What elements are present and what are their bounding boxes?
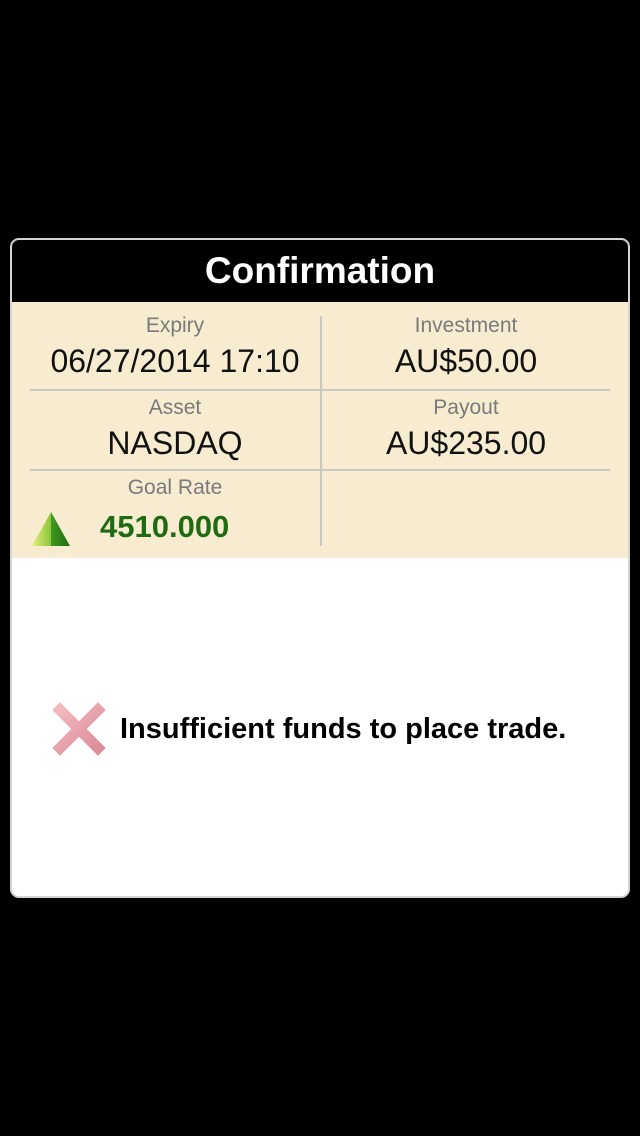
expiry-value: 06/27/2014 17:10 xyxy=(50,343,300,379)
asset-value: NASDAQ xyxy=(107,425,243,461)
investment-cell: Investment AU$50.00 xyxy=(322,314,610,380)
goal-rate-value: 4510.000 xyxy=(100,509,230,544)
error-message-text: Insufficient funds to place trade. xyxy=(120,713,567,745)
investment-label: Investment xyxy=(414,314,518,337)
trade-details-panel: Expiry 06/27/2014 17:10 Investment AU$50… xyxy=(12,302,628,558)
payout-label: Payout xyxy=(433,396,499,419)
payout-cell: Payout AU$235.00 xyxy=(322,396,610,462)
goal-rate-label: Goal Rate xyxy=(127,476,223,499)
error-x-icon xyxy=(52,702,106,756)
investment-value: AU$50.00 xyxy=(394,343,538,379)
payout-value: AU$235.00 xyxy=(385,425,547,461)
goal-rate-cell: Goal Rate 4510.000 xyxy=(30,476,320,548)
goal-rate-row: 4510.000 xyxy=(30,504,320,548)
confirmation-dialog: Confirmation Expiry 06/27/2014 17:10 Inv… xyxy=(10,238,630,898)
asset-label: Asset xyxy=(148,396,202,419)
expiry-label: Expiry xyxy=(145,314,205,337)
asset-cell: Asset NASDAQ xyxy=(30,396,320,462)
error-message: Insufficient funds to place trade. xyxy=(52,702,622,758)
up-arrow-icon xyxy=(32,512,70,546)
dialog-title: Confirmation xyxy=(12,240,628,302)
expiry-cell: Expiry 06/27/2014 17:10 xyxy=(30,314,320,380)
divider xyxy=(320,316,322,546)
